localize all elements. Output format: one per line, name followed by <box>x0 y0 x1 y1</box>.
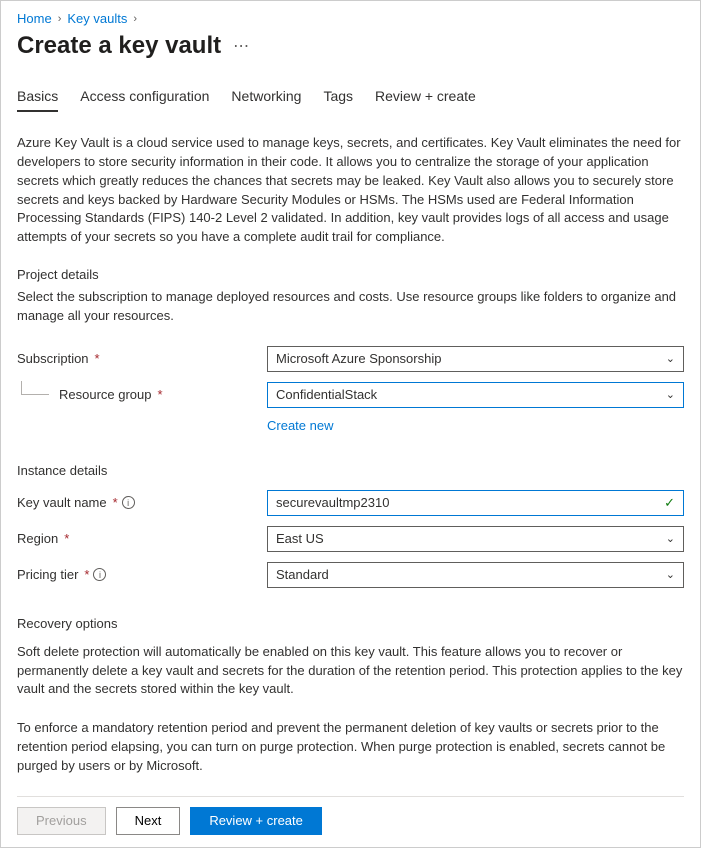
pricing-tier-select[interactable]: Standard ⌄ <box>267 562 684 588</box>
indent-connector-icon <box>21 381 49 395</box>
recovery-p2: To enforce a mandatory retention period … <box>17 719 684 776</box>
page-title: Create a key vault <box>17 32 221 60</box>
pricing-tier-label: Pricing tier <box>17 567 78 582</box>
tab-review-create[interactable]: Review + create <box>375 88 476 112</box>
intro-text: Azure Key Vault is a cloud service used … <box>17 134 684 247</box>
tab-tags[interactable]: Tags <box>323 88 353 112</box>
breadcrumb-keyvaults[interactable]: Key vaults <box>67 11 127 26</box>
tab-access-configuration[interactable]: Access configuration <box>80 88 209 112</box>
required-icon: * <box>95 351 100 366</box>
review-create-button[interactable]: Review + create <box>190 807 322 835</box>
info-icon[interactable]: i <box>93 568 106 581</box>
chevron-right-icon: › <box>133 13 137 25</box>
tabs: Basics Access configuration Networking T… <box>17 88 684 112</box>
previous-button: Previous <box>17 807 106 835</box>
keyvault-name-label: Key vault name <box>17 495 107 510</box>
more-actions-icon[interactable]: ⋯ <box>233 36 250 56</box>
required-icon: * <box>158 387 163 402</box>
breadcrumb: Home › Key vaults › <box>17 11 684 26</box>
keyvault-name-input[interactable]: securevaultmp2310 ✓ <box>267 490 684 516</box>
resource-group-label: Resource group <box>59 387 152 402</box>
resource-group-select[interactable]: ConfidentialStack ⌄ <box>267 382 684 408</box>
required-icon: * <box>113 495 118 510</box>
tab-networking[interactable]: Networking <box>231 88 301 112</box>
pricing-tier-value: Standard <box>276 567 329 582</box>
chevron-down-icon: ⌄ <box>666 568 675 581</box>
chevron-down-icon: ⌄ <box>666 388 675 401</box>
keyvault-name-value: securevaultmp2310 <box>276 495 389 510</box>
subscription-label: Subscription <box>17 351 89 366</box>
region-label: Region <box>17 531 58 546</box>
resource-group-value: ConfidentialStack <box>276 387 377 402</box>
project-details-desc: Select the subscription to manage deploy… <box>17 288 684 326</box>
check-icon: ✓ <box>664 495 675 511</box>
region-select[interactable]: East US ⌄ <box>267 526 684 552</box>
create-new-link[interactable]: Create new <box>267 418 333 433</box>
subscription-value: Microsoft Azure Sponsorship <box>276 351 441 366</box>
required-icon: * <box>64 531 69 546</box>
footer: Previous Next Review + create <box>17 796 684 835</box>
chevron-down-icon: ⌄ <box>666 532 675 545</box>
instance-details-title: Instance details <box>17 463 684 478</box>
next-button[interactable]: Next <box>116 807 181 835</box>
chevron-right-icon: › <box>58 13 62 25</box>
breadcrumb-home[interactable]: Home <box>17 11 52 26</box>
info-icon[interactable]: i <box>122 496 135 509</box>
tab-basics[interactable]: Basics <box>17 88 58 112</box>
recovery-p1: Soft delete protection will automaticall… <box>17 643 684 700</box>
chevron-down-icon: ⌄ <box>666 352 675 365</box>
required-icon: * <box>84 567 89 582</box>
region-value: East US <box>276 531 324 546</box>
subscription-select[interactable]: Microsoft Azure Sponsorship ⌄ <box>267 346 684 372</box>
recovery-options-title: Recovery options <box>17 616 684 631</box>
project-details-title: Project details <box>17 267 684 282</box>
